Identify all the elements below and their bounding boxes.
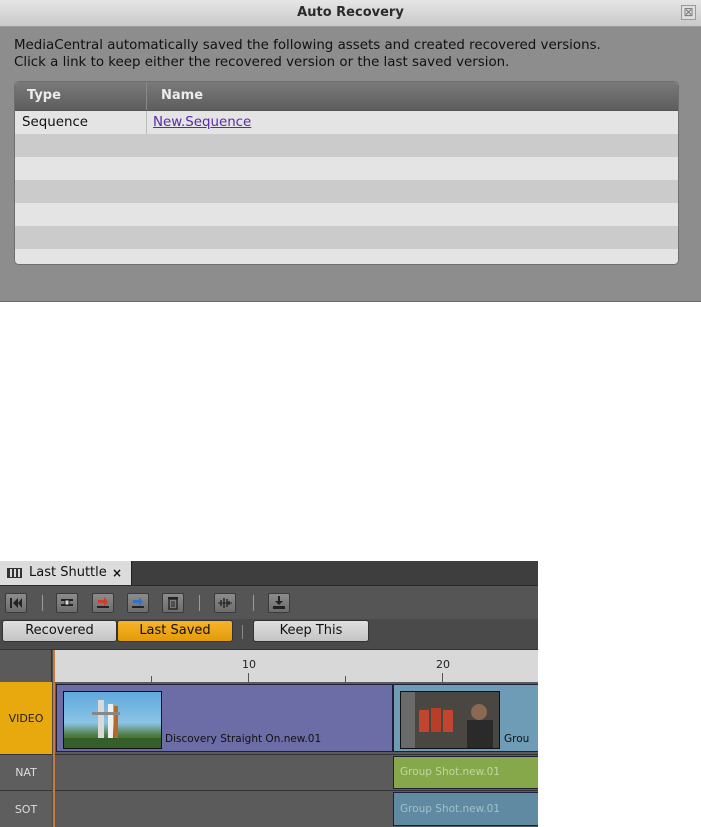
table-row bbox=[15, 249, 678, 264]
dialog-message: MediaCentral automatically saved the fol… bbox=[14, 37, 690, 71]
ruler-label-10: 10 bbox=[242, 658, 256, 671]
track-header-video[interactable]: VIDEO bbox=[0, 682, 52, 755]
clip-thumbnail bbox=[63, 691, 162, 749]
recovery-mode-bar: Recovered Last Saved Keep This bbox=[0, 619, 538, 645]
clip-group-shot-video[interactable]: Grou bbox=[393, 684, 538, 752]
assets-table: Type Name Sequence New.Sequence bbox=[14, 81, 679, 265]
filmstrip-icon bbox=[7, 568, 22, 578]
delete-icon[interactable] bbox=[162, 593, 184, 613]
column-header-name[interactable]: Name bbox=[161, 82, 203, 110]
clip-label: Group Shot.new.01 bbox=[400, 766, 500, 778]
auto-recovery-dialog: Auto Recovery ⊠ MediaCentral automatical… bbox=[0, 0, 701, 302]
table-row: Sequence New.Sequence bbox=[15, 111, 678, 134]
toolbar-divider bbox=[253, 595, 254, 611]
message-line-2: Click a link to keep either the recovere… bbox=[14, 55, 510, 70]
clip-label: Grou bbox=[504, 733, 530, 745]
download-icon[interactable] bbox=[268, 593, 290, 613]
recovered-button[interactable]: Recovered bbox=[2, 620, 117, 642]
row-type: Sequence bbox=[22, 115, 89, 130]
sot-lane: Group Shot.new.01 bbox=[54, 791, 538, 827]
timeline-corner bbox=[0, 650, 52, 682]
go-to-start-icon[interactable] bbox=[5, 593, 27, 613]
timecode-ruler[interactable]: 10 20 bbox=[53, 650, 538, 682]
keep-this-button[interactable]: Keep This bbox=[253, 620, 369, 642]
ruler-tick bbox=[248, 673, 249, 682]
table-row bbox=[15, 157, 678, 180]
table-row bbox=[15, 226, 678, 249]
clip-label: Group Shot.new.01 bbox=[400, 803, 500, 815]
audio-waveform-icon[interactable] bbox=[214, 593, 236, 613]
splice-blue-icon[interactable] bbox=[127, 593, 149, 613]
column-header-type[interactable]: Type bbox=[27, 82, 61, 110]
sequence-link[interactable]: New.Sequence bbox=[153, 111, 251, 134]
clip-group-shot-sot[interactable]: Group Shot.new.01 bbox=[393, 792, 538, 826]
toolbar-divider bbox=[42, 595, 43, 611]
dialog-title: Auto Recovery bbox=[0, 0, 701, 27]
column-divider bbox=[146, 111, 147, 134]
video-lane: Discovery Straight On.new.01 Grou bbox=[54, 682, 538, 755]
column-divider bbox=[146, 82, 147, 110]
toolbar-divider bbox=[199, 595, 200, 611]
ruler-tick bbox=[442, 673, 443, 682]
tab-bar: Last Shuttle × bbox=[0, 561, 538, 586]
nat-lane: Group Shot.new.01 bbox=[54, 755, 538, 791]
track-header-sot[interactable]: SOT bbox=[0, 791, 52, 827]
overwrite-red-icon[interactable] bbox=[92, 593, 114, 613]
clip-discovery-straight-on[interactable]: Discovery Straight On.new.01 bbox=[56, 684, 393, 752]
clip-thumbnail bbox=[400, 691, 500, 749]
lift-icon[interactable] bbox=[56, 593, 78, 613]
close-tab-icon[interactable]: × bbox=[112, 561, 122, 585]
mode-divider bbox=[242, 625, 243, 639]
table-row bbox=[15, 180, 678, 203]
table-row bbox=[15, 203, 678, 226]
last-saved-button[interactable]: Last Saved bbox=[117, 620, 233, 642]
clip-group-shot-nat[interactable]: Group Shot.new.01 bbox=[393, 756, 538, 789]
close-icon[interactable]: ⊠ bbox=[681, 5, 696, 20]
tab-label: Last Shuttle bbox=[29, 565, 107, 580]
timeline: 10 20 VIDEO Discovery Straight On.new.01 bbox=[0, 649, 538, 827]
tab-last-shuttle[interactable]: Last Shuttle × bbox=[0, 561, 132, 585]
ruler-label-20: 20 bbox=[436, 658, 450, 671]
track-header-nat[interactable]: NAT bbox=[0, 755, 52, 791]
message-line-1: MediaCentral automatically saved the fol… bbox=[14, 38, 601, 53]
clip-label: Discovery Straight On.new.01 bbox=[165, 733, 322, 745]
timeline-toolbar bbox=[0, 586, 538, 619]
table-header: Type Name bbox=[15, 82, 678, 111]
sequence-timeline-panel: Last Shuttle × Recovered Last Saved Keep… bbox=[0, 561, 538, 827]
playhead[interactable] bbox=[53, 650, 55, 827]
table-row bbox=[15, 134, 678, 157]
